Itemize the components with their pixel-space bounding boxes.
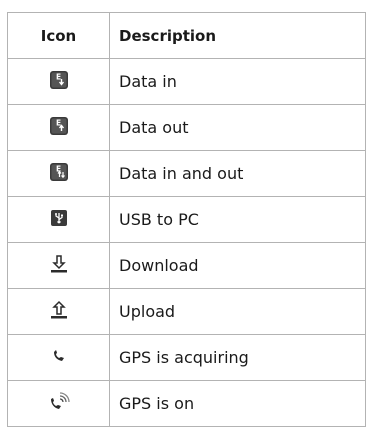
description-cell: Data in and out [109,150,366,197]
icon-cell: E [7,58,110,105]
table-row: Upload [7,288,366,335]
table-row: E Data out [7,104,366,151]
table-row: E Data in [7,58,366,105]
table-row: Download [7,242,366,289]
description-cell: Download [109,242,366,289]
description-cell: Upload [109,288,366,335]
icon-cell [7,242,110,289]
icon-column-header: Icon [7,12,110,59]
data-in-out-icon: E [49,162,69,186]
table-row: USB to PC [7,196,366,243]
gps-on-icon [48,391,70,417]
icon-description-table: Icon Description E Data in E Data out E … [7,12,366,427]
icon-cell [7,334,110,381]
svg-text:E: E [56,72,61,81]
description-cell: Data out [109,104,366,151]
table-row: GPS is acquiring [7,334,366,381]
usb-to-pc-icon [50,209,68,231]
data-in-icon: E [49,70,69,94]
description-cell: Data in [109,58,366,105]
icon-cell: E [7,104,110,151]
icon-cell [7,196,110,243]
icon-cell [7,288,110,335]
table-row: GPS is on [7,380,366,427]
description-column-header: Description [109,12,366,59]
data-out-icon: E [49,116,69,140]
icon-cell [7,380,110,427]
upload-icon [49,300,69,324]
table-row: E Data in and out [7,150,366,197]
description-cell: GPS is on [109,380,366,427]
icon-cell: E [7,150,110,197]
description-cell: GPS is acquiring [109,334,366,381]
header-row: Icon Description [7,12,366,59]
description-cell: USB to PC [109,196,366,243]
download-icon [49,254,69,278]
gps-acquiring-icon [51,348,67,368]
